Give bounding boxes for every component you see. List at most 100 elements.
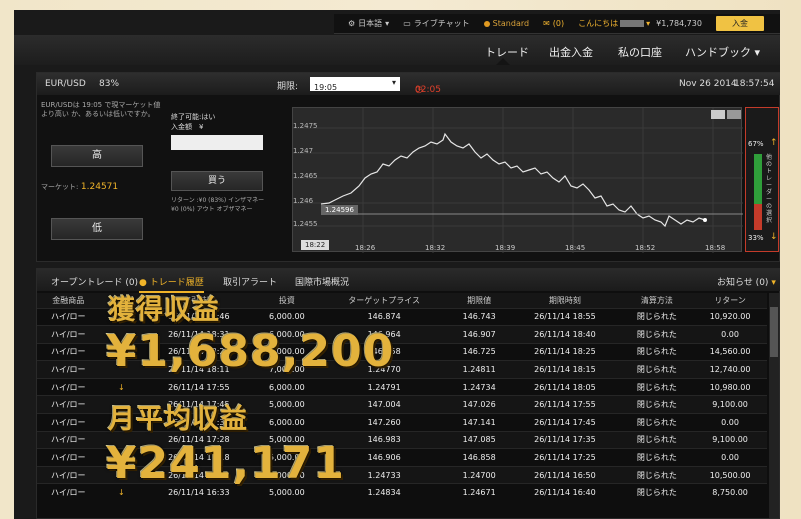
nav-my-account[interactable]: 私の口座 (618, 44, 662, 60)
sentiment-label: 他のトレーダーの選択 (766, 154, 773, 224)
table-cell: 閉じられた (620, 307, 694, 326)
table-cell: 26/11/14 18:40 (509, 325, 621, 344)
table-cell: 26/11/14 16:50 (509, 465, 621, 484)
table-cell: 26/11/14 18:05 (509, 377, 621, 396)
trader-sentiment-gauge: 67% ↑ 他のトレーダーの選択 33% ↓ (745, 107, 779, 252)
table-cell: 閉じられた (620, 325, 694, 344)
table-cell: ハイ/ロー (37, 342, 100, 361)
x-tick: 18:26 (355, 244, 376, 252)
user-menu[interactable]: こんにちは ▾ (578, 18, 650, 29)
down-arrow-icon: ↓ (770, 232, 778, 242)
history-scrollbar[interactable] (769, 293, 779, 518)
up-arrow-icon: ↑ (770, 138, 778, 148)
expiry-value: 19:05 (314, 83, 338, 92)
table-cell: ハイ/ロー (37, 448, 100, 467)
date: Nov 26 2014 (679, 79, 737, 89)
table-cell: 閉じられた (620, 395, 694, 414)
table-cell: 147.141 (449, 413, 510, 432)
column-header: 期限時刻 (509, 293, 621, 308)
table-cell: 0.00 (693, 448, 767, 467)
live-chat-link[interactable]: ▭ ライブチャット (403, 18, 469, 29)
market-price: マーケット: 1.24571 (41, 182, 118, 192)
table-cell: 10,500.00 (693, 465, 767, 484)
table-cell: 1.24811 (449, 360, 510, 379)
buy-button[interactable]: 買う (171, 171, 263, 191)
high-button[interactable]: 高 (51, 145, 143, 167)
nav-deposit-withdraw[interactable]: 出金入金 (549, 44, 593, 60)
messages-link[interactable]: ✉ (0) (543, 19, 564, 28)
x-tick: 18:58 (705, 244, 726, 252)
messages-count: (0) (552, 19, 565, 28)
top-bar: ⚙ 日本語 ▾ ▭ ライブチャット Standard ✉ (0) こんにちは ▾… (334, 14, 780, 34)
sell-available: 終了可能:はい (171, 113, 216, 121)
trading-app: ⚙ 日本語 ▾ ▭ ライブチャット Standard ✉ (0) こんにちは ▾… (14, 10, 780, 519)
nav-handbook[interactable]: ハンドブック ▾ (685, 44, 760, 60)
x-tick: 18:32 (425, 244, 446, 252)
sentiment-bar (754, 154, 762, 230)
notice-label: お知らせ (0) (717, 278, 769, 288)
nav-handbook-label: ハンドブック (685, 46, 751, 59)
amount-label: 入金額 ¥ (171, 123, 204, 131)
price-chart[interactable]: 1.2475 1.247 1.2465 1.246 1.2455 1.24596… (292, 107, 743, 253)
table-cell: 10,980.00 (693, 377, 767, 396)
chart-type-line-icon[interactable] (711, 110, 725, 119)
low-button[interactable]: 低 (51, 218, 143, 240)
table-cell: 147.260 (319, 413, 450, 432)
tab-market-overview[interactable]: 国際市場概況 (295, 275, 349, 288)
chevron-down-icon: ▾ (771, 278, 776, 288)
table-cell: 26/11/14 17:25 (509, 448, 621, 467)
currency-pair: EUR/USD (45, 79, 86, 89)
scrollbar-thumb[interactable] (770, 307, 778, 357)
return-in: リターン :¥0 (83%) インザマネー (171, 197, 265, 204)
username-redacted (620, 20, 645, 27)
table-cell: 閉じられた (620, 413, 694, 432)
account-type: Standard (483, 19, 530, 28)
expiry-select[interactable]: 19:05 (310, 77, 400, 92)
table-cell: 26/11/14 18:25 (509, 342, 621, 361)
y-tick: 1.2475 (293, 122, 318, 130)
column-header: 金融商品 (37, 293, 100, 308)
table-cell: ハイ/ロー (37, 483, 100, 502)
deposit-button[interactable]: 入金 (715, 16, 764, 31)
table-cell: 6,000.00 (254, 413, 320, 432)
column-header: 期限値 (449, 293, 510, 308)
amount-input[interactable] (171, 135, 263, 150)
main-nav: トレード 出金入金 私の口座 ハンドブック ▾ (14, 35, 780, 65)
chart-type-candle-icon[interactable] (727, 110, 741, 119)
table-cell: 147.004 (319, 395, 450, 414)
table-cell: 146.743 (449, 307, 510, 326)
chevron-down-icon: ▾ (754, 46, 761, 59)
table-cell: 9,100.00 (693, 430, 767, 449)
table-cell: ハイ/ロー (37, 360, 100, 379)
table-cell: 6,000.00 (254, 377, 320, 396)
y-tick: 1.2465 (293, 172, 318, 180)
table-cell: 26/11/14 18:55 (509, 307, 621, 326)
table-cell: 閉じられた (620, 377, 694, 396)
notice-link[interactable]: お知らせ (0) ▾ (717, 275, 776, 288)
table-cell: 146.858 (449, 448, 510, 467)
language-selector[interactable]: ⚙ 日本語 ▾ (348, 18, 389, 29)
table-cell: 8,750.00 (693, 483, 767, 502)
chart-svg (293, 108, 743, 253)
time: 18:57:54 (734, 79, 775, 89)
account-type-icon (483, 20, 490, 27)
promo-label-1: 獲得収益 (108, 295, 220, 326)
payout-percent: 83% (99, 79, 120, 89)
market-label: マーケット: (41, 183, 79, 191)
table-row: ハイ/ロー ↓ 26/11/14 17:55 6,000.00 1.24791 1.247… (37, 377, 767, 396)
table-cell: 26/11/14 17:55 (143, 377, 255, 396)
table-cell: 147.026 (449, 395, 510, 414)
price-marker: 1.24596 (321, 205, 358, 215)
promo-amount-1: ¥1,688,200 (106, 326, 395, 377)
y-tick: 1.2455 (293, 220, 318, 228)
table-cell: ハイ/ロー (37, 395, 100, 414)
table-cell: 26/11/14 17:35 (509, 430, 621, 449)
table-cell: 26/11/14 18:15 (509, 360, 621, 379)
account-type-label: Standard (492, 19, 530, 28)
tab-trade-alerts[interactable]: 取引アラート (223, 275, 277, 288)
table-cell: 5,000.00 (254, 395, 320, 414)
table-cell: 0.00 (693, 413, 767, 432)
chevron-down-icon: ▾ (646, 19, 651, 28)
table-cell: 閉じられた (620, 430, 694, 449)
tab-open-trades[interactable]: オープントレード (0) (51, 275, 138, 288)
